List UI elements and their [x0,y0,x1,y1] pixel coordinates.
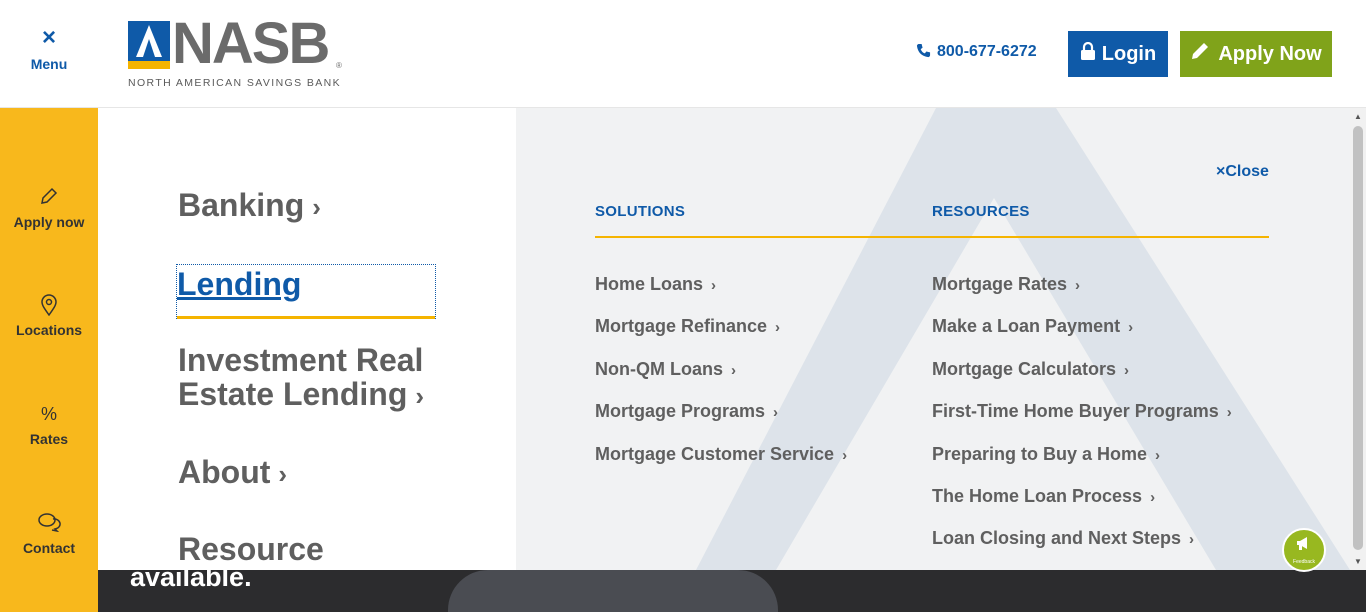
chevron-right-icon: › [711,277,717,294]
scroll-thumb[interactable] [1353,126,1363,550]
apply-now-button[interactable]: Apply Now [1180,31,1332,77]
map-pin-icon [0,294,98,317]
nav-label: Banking [178,187,305,223]
rail-label: Contact [22,540,76,556]
close-icon: × [1216,163,1226,180]
hero-banner: available. [98,570,1366,612]
link-home-loans[interactable]: Home Loans › [595,274,716,295]
menu-scrollbar[interactable]: ▲ ▼ [1350,108,1366,570]
chevron-right-icon: › [1150,489,1156,506]
chevron-right-icon: › [415,381,425,411]
logo-subtitle: NORTH AMERICAN SAVINGS BANK [128,77,342,89]
menu-label: Menu [30,56,68,72]
login-button[interactable]: Login [1068,31,1168,77]
link-mortgage-programs[interactable]: Mortgage Programs › [595,401,778,422]
nav-label-line2: Estate Lending [178,376,408,412]
nav-label: Lending [177,266,302,302]
heading-divider [595,236,1269,238]
lock-icon [1080,41,1096,66]
phone-number: 800-677-6272 [937,43,1037,60]
link-preparing-to-buy-a-home[interactable]: Preparing to Buy a Home › [932,444,1160,465]
close-label: Close [1225,163,1269,180]
nav-investment-real-estate-lending[interactable]: Investment Real Estate Lending › [178,343,424,413]
nav-about[interactable]: About › [178,455,287,491]
chevron-right-icon: › [731,362,736,379]
link-the-home-loan-process[interactable]: The Home Loan Process › [932,486,1155,507]
phone-link[interactable]: 800-677-6272 [916,43,1037,61]
logo-mark-icon [128,21,170,69]
scroll-down-arrow-icon[interactable]: ▼ [1354,557,1362,566]
link-mortgage-customer-service[interactable]: Mortgage Customer Service › [595,444,847,465]
link-loan-closing-and-next-steps[interactable]: Loan Closing and Next Steps › [932,528,1194,549]
primary-nav: Banking › Lending Investment Real Estate … [98,108,516,570]
nav-label: Resource [178,531,324,567]
chevron-right-icon: › [1128,319,1134,336]
phone-icon [916,43,931,61]
rail-label: Locations [15,322,83,338]
link-mortgage-refinance[interactable]: Mortgage Refinance › [595,316,780,337]
rail-item-contact[interactable]: Contact [0,512,98,556]
active-underline [177,316,435,319]
nav-resource[interactable]: Resource [178,532,324,566]
chevron-right-icon: › [775,319,781,336]
hero-text: available. [130,570,252,592]
chevron-right-icon: › [1189,531,1195,548]
link-mortgage-calculators[interactable]: Mortgage Calculators › [932,359,1129,380]
chevron-right-icon: › [1124,362,1130,379]
rail-label: Rates [29,431,69,447]
chevron-right-icon: › [1155,447,1161,464]
rail-item-rates[interactable]: % Rates [0,403,98,447]
quick-links-rail: Apply now Locations % Rates Contact [0,108,98,612]
apply-now-label: Apply Now [1218,42,1322,65]
nav-label: Investment Real [178,342,424,378]
nav-banking[interactable]: Banking › [178,188,321,224]
link-make-a-loan-payment[interactable]: Make a Loan Payment › [932,316,1133,337]
rail-item-locations[interactable]: Locations [0,294,98,338]
chevron-right-icon: › [773,404,779,421]
chevron-right-icon: › [278,459,288,489]
resources-heading: RESOURCES [932,203,1030,220]
link-non-qm-loans[interactable]: Non-QM Loans › [595,359,736,380]
link-mortgage-rates[interactable]: Mortgage Rates › [932,274,1080,295]
close-icon: × [41,24,56,51]
rail-label: Apply now [13,214,85,230]
hero-image [448,570,778,612]
chevron-right-icon: › [1075,277,1081,294]
site-header: × Menu NASB ® NORTH AMERICAN SAVINGS BAN… [0,0,1366,108]
chevron-right-icon: › [842,447,848,464]
menu-toggle[interactable]: × Menu [18,24,80,73]
percent-icon: % [40,404,57,424]
pencil-icon [0,186,98,208]
chat-icon [0,512,98,534]
feedback-button[interactable]: Feedback [1282,528,1326,572]
lending-submenu: ×Close SOLUTIONS RESOURCES Home Loans › M… [516,108,1350,570]
close-button[interactable]: ×Close [1216,163,1269,181]
login-label: Login [1101,42,1157,65]
link-first-time-home-buyer-programs[interactable]: First-Time Home Buyer Programs › [932,401,1232,422]
chevron-right-icon: › [312,192,321,222]
solutions-heading: SOLUTIONS [595,203,686,220]
feedback-label: Feedback [1293,559,1315,565]
nav-label: About [178,454,271,490]
nav-lending[interactable]: Lending [176,264,436,319]
scroll-up-arrow-icon[interactable]: ▲ [1354,112,1362,121]
rail-item-apply-now[interactable]: Apply now [0,186,98,230]
logo-wordmark: NASB [172,11,330,76]
pencil-icon [1190,41,1210,67]
megaphone-icon [1284,533,1324,559]
logo-registered: ® [336,61,342,70]
chevron-right-icon: › [1226,404,1232,421]
nasb-logo[interactable]: NASB ® NORTH AMERICAN SAVINGS BANK [128,13,348,91]
